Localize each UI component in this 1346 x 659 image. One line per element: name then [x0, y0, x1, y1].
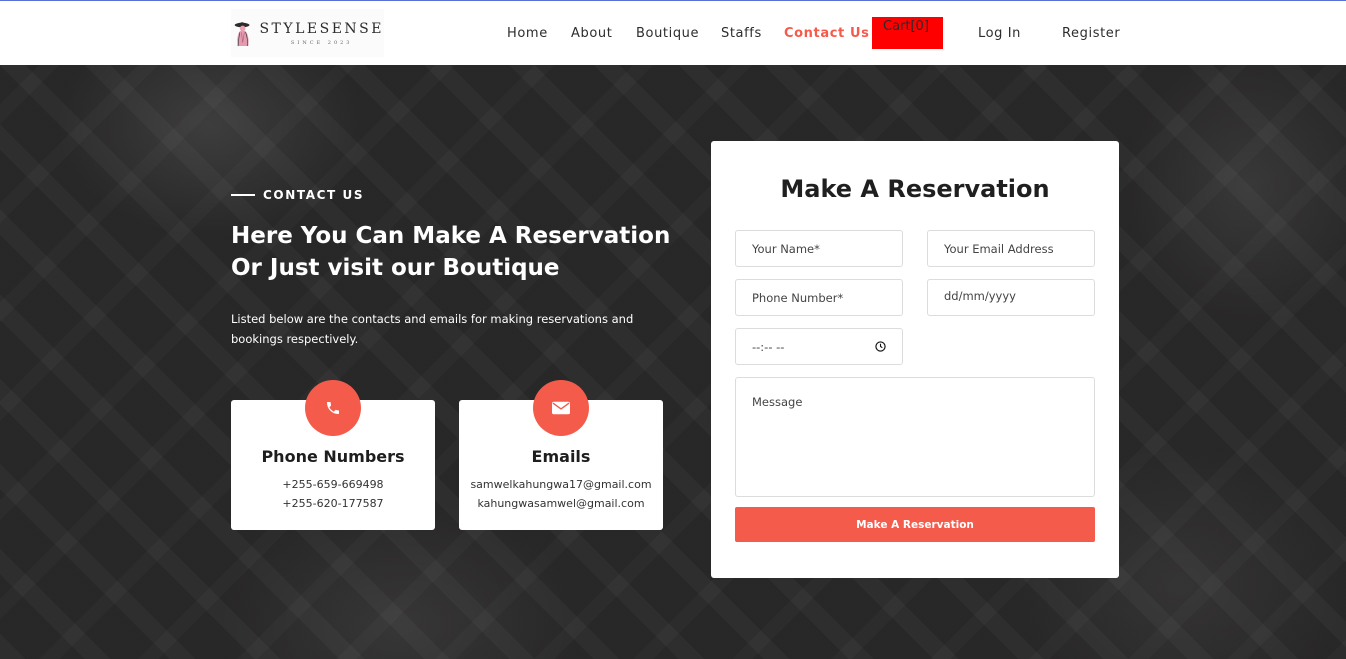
nav-home[interactable]: Home [507, 26, 548, 41]
brand-name: STYLESENSE [259, 20, 384, 37]
phone-card: Phone Numbers +255-659-669498 +255-620-1… [231, 380, 435, 530]
reservation-form: Make A Reservation Your Name* Your Email… [711, 141, 1119, 578]
nav-boutique[interactable]: Boutique [636, 26, 699, 41]
nav-about[interactable]: About [571, 26, 612, 41]
phone-card-title: Phone Numbers [261, 447, 405, 466]
phone-icon [327, 402, 339, 414]
email-placeholder: Your Email Address [944, 241, 1054, 256]
nav-staffs[interactable]: Staffs [721, 26, 762, 41]
phone-number-1[interactable]: +255-659-669498 [231, 478, 435, 491]
clock-icon[interactable] [875, 341, 886, 352]
hero-title-line2: Or Just visit our Boutique [231, 255, 560, 281]
eyebrow-text: CONTACT US [263, 188, 365, 202]
nav-cart-button[interactable]: Cart[0] [872, 17, 943, 49]
time-placeholder: --:-- -- [752, 339, 785, 354]
eyebrow-line [231, 194, 255, 196]
phone-placeholder: Phone Number* [752, 290, 844, 305]
section-eyebrow: CONTACT US [231, 188, 364, 202]
nav-login[interactable]: Log In [978, 26, 1021, 41]
hero-title-line1: Here You Can Make A Reservation [231, 223, 671, 249]
hero-description: Listed below are the contacts and emails… [231, 309, 651, 349]
email-input[interactable]: Your Email Address [927, 230, 1095, 267]
hero-background [0, 65, 1346, 659]
brand-logo[interactable]: STYLESENSE SINCE 2023 [231, 9, 384, 57]
date-input[interactable]: dd/mm/yyyy [927, 279, 1095, 316]
hero-desc-line2: bookings respectively. [231, 332, 359, 346]
phone-icon-badge [305, 380, 361, 436]
form-title: Make A Reservation [780, 175, 1050, 203]
time-input[interactable]: --:-- -- [735, 328, 903, 365]
phone-input[interactable]: Phone Number* [735, 279, 903, 316]
name-input[interactable]: Your Name* [735, 230, 903, 267]
email-card-title: Emails [531, 447, 591, 466]
hero-title: Here You Can Make A Reservation Or Just … [231, 220, 671, 284]
hero-desc-line1: Listed below are the contacts and emails… [231, 312, 634, 326]
navbar: STYLESENSE SINCE 2023 Home About Boutiqu… [0, 1, 1346, 65]
logo-text: STYLESENSE SINCE 2023 [259, 21, 384, 46]
name-placeholder: Your Name* [752, 241, 820, 256]
email-address-2[interactable]: kahungwasamwel@gmail.com [459, 497, 663, 510]
email-address-1[interactable]: samwelkahungwa17@gmail.com [459, 478, 663, 491]
message-textarea[interactable]: Message [735, 377, 1095, 497]
fashion-figure-icon [234, 22, 250, 47]
email-card: Emails samwelkahungwa17@gmail.com kahung… [459, 380, 663, 530]
date-placeholder: dd/mm/yyyy [944, 289, 1016, 303]
nav-register[interactable]: Register [1062, 26, 1120, 41]
brand-tagline: SINCE 2023 [290, 39, 353, 46]
phone-number-2[interactable]: +255-620-177587 [231, 497, 435, 510]
envelope-icon-badge [533, 380, 589, 436]
envelope-icon [552, 401, 570, 415]
make-reservation-button[interactable]: Make A Reservation [735, 507, 1095, 542]
nav-contact-us[interactable]: Contact Us [784, 26, 869, 41]
message-placeholder: Message [752, 395, 803, 409]
